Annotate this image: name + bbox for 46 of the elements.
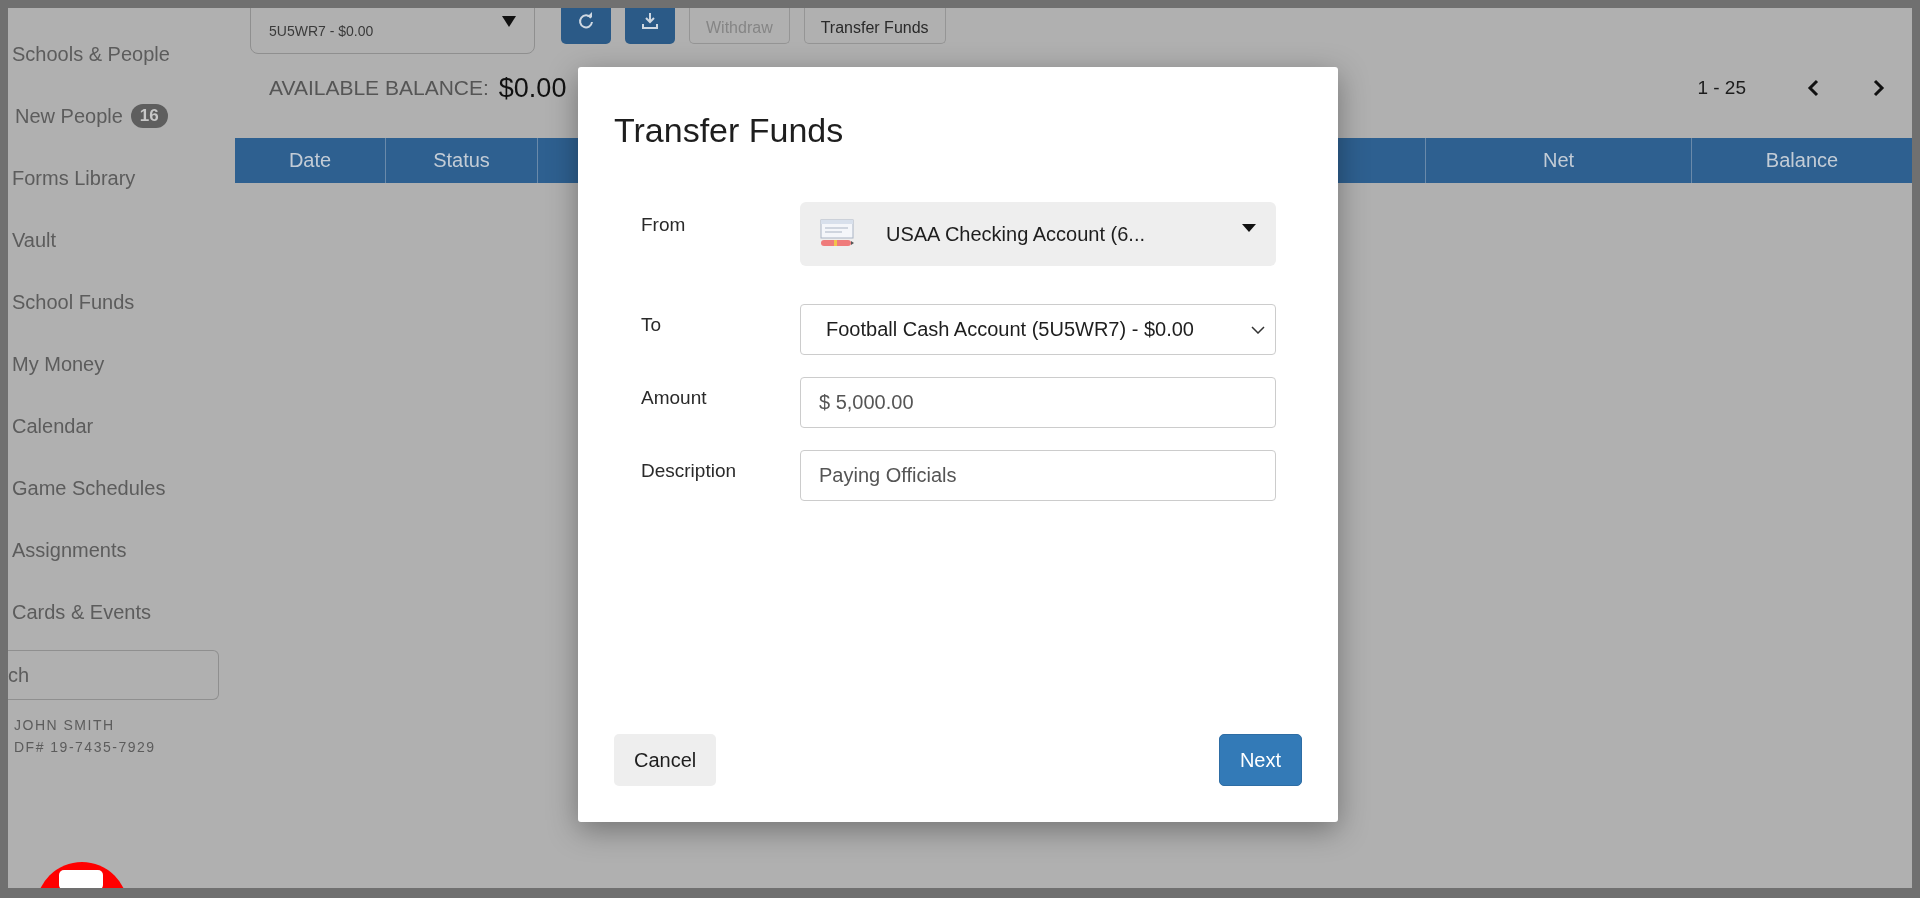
next-button[interactable]: Next [1218,734,1302,786]
balance-value: $0.00 [498,72,567,104]
count-badge: 16 [130,104,168,128]
input-field[interactable]: $ 5,000.00 [800,377,1276,428]
sidebar-item[interactable]: Forms Library [8,166,227,198]
sidebar-item[interactable]: Calendar [8,414,227,446]
caret-icon [502,16,516,27]
user-id: DF# 19-7435-7929 [14,738,157,757]
search-field[interactable]: ch [8,650,219,700]
field-label: From [641,213,687,237]
refresh-button[interactable] [561,8,611,44]
input-field[interactable]: Paying Officials [800,450,1276,501]
next-page-icon[interactable] [1872,78,1886,98]
dialog-title: Transfer Funds [614,111,845,150]
column-header[interactable]: Net [1426,138,1692,183]
sidebar-item[interactable]: Schools & People [8,42,227,74]
refresh-icon [577,12,595,30]
sidebar-item[interactable]: New People 16 [8,104,227,136]
sidebar-item-label: New People [15,104,123,128]
pagination-range: 1 - 25 [1697,77,1746,99]
download-button[interactable] [625,8,675,44]
sidebar-item[interactable]: Cards & Events [8,600,227,632]
column-header[interactable]: Balance [1692,138,1912,183]
sidebar-item[interactable]: School Funds [8,290,227,322]
chevron-down-icon [1251,325,1265,334]
previous-page-icon[interactable] [1806,78,1820,98]
column-header[interactable]: Date [235,138,386,183]
message-icon [59,870,103,888]
sidebar-item[interactable]: My Money [8,352,227,384]
field-label: Amount [641,386,708,410]
user-name: JOHN SMITH [14,716,116,735]
download-icon [641,12,659,30]
sidebar-item[interactable]: Vault [8,228,227,260]
account-select[interactable]: Football Cash Account (5U5WR7) - $0.00 [800,304,1276,355]
sidebar-item[interactable]: Assignments [8,538,227,570]
field-label: To [641,313,663,337]
cancel-button[interactable]: Cancel [614,734,717,786]
column-header[interactable]: Status [386,138,538,183]
field-label: Description [641,459,738,483]
sidebar-item[interactable]: Game Schedules [8,476,227,508]
account-select[interactable]: USAA Checking Account (6... [800,202,1276,266]
balance-label: AVAILABLE BALANCE: [269,76,489,100]
toolbar-button[interactable]: Transfer Funds [803,8,946,44]
account-select[interactable]: 5U5WR7 - $0.00 [250,8,535,54]
account-select-value: 5U5WR7 - $0.00 [269,23,374,39]
caret-icon [1242,224,1256,232]
